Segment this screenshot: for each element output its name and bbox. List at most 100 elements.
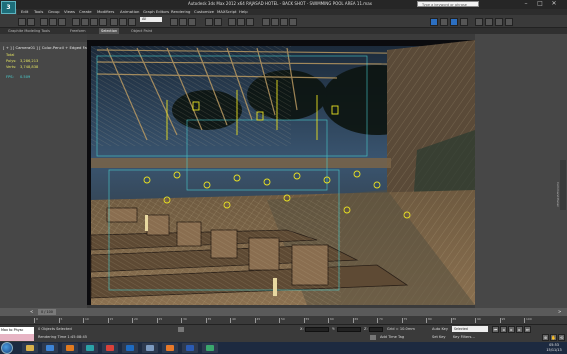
unlink-icon[interactable] bbox=[49, 18, 57, 26]
y-coordinate-field[interactable] bbox=[337, 327, 361, 332]
time-prev-button[interactable]: < bbox=[30, 309, 33, 314]
taskbar-explorer-app-icon[interactable] bbox=[142, 343, 158, 353]
trackbar-tick-label: 80 bbox=[428, 317, 432, 321]
start-button-icon[interactable] bbox=[1, 342, 13, 354]
taskbar-media-app-icon[interactable] bbox=[62, 343, 78, 353]
viewport-label[interactable]: [ + ] [ Camera01 ] [ Color-Pencil + Edge… bbox=[3, 45, 96, 50]
x-coordinate-field[interactable] bbox=[305, 327, 329, 332]
redo-icon[interactable] bbox=[27, 18, 35, 26]
trackbar-tick-label: 90 bbox=[477, 317, 481, 321]
trackbar-tick bbox=[230, 318, 231, 323]
goto-start-icon[interactable]: ⏮ bbox=[492, 326, 499, 333]
trackbar-tick-label: 100 bbox=[526, 317, 532, 321]
command-panel-tab[interactable]: Command Panel bbox=[556, 160, 566, 210]
next-frame-icon[interactable]: ▸ bbox=[516, 326, 523, 333]
tab-selection[interactable]: Selection bbox=[99, 28, 120, 34]
snap-icon[interactable] bbox=[170, 18, 178, 26]
maximize-button[interactable]: □ bbox=[534, 0, 546, 8]
select-by-name-icon[interactable] bbox=[81, 18, 89, 26]
trackbar-tick bbox=[205, 318, 207, 323]
material-editor-icon[interactable] bbox=[262, 18, 270, 26]
ribbon-subbar bbox=[0, 34, 87, 42]
link-icon[interactable] bbox=[40, 18, 48, 26]
selection-filter-dropdown[interactable]: All bbox=[140, 17, 162, 22]
app-logo-icon[interactable]: 3 bbox=[1, 1, 16, 14]
tab-object-paint[interactable]: Object Paint bbox=[131, 28, 152, 34]
time-tag-icon[interactable] bbox=[370, 335, 376, 340]
taskbar-word-app-icon[interactable] bbox=[182, 343, 198, 353]
select-icon[interactable] bbox=[72, 18, 80, 26]
fps-label: FPS: bbox=[6, 75, 14, 79]
region-icon[interactable] bbox=[90, 18, 98, 26]
viewport-tool-icon[interactable] bbox=[475, 18, 483, 26]
taskbar-firefox-app-icon[interactable] bbox=[162, 343, 178, 353]
taskbar-chrome-app-icon[interactable] bbox=[102, 343, 118, 353]
time-next-button[interactable]: > bbox=[558, 309, 561, 314]
time-slider-thumb[interactable]: 0 / 100 bbox=[38, 309, 56, 315]
trackbar-tick bbox=[401, 318, 403, 323]
axis-x-icon[interactable] bbox=[440, 18, 448, 26]
orbit-icon[interactable]: ⟲ bbox=[558, 334, 565, 341]
align-icon[interactable] bbox=[214, 18, 222, 26]
prev-frame-icon[interactable]: ◂ bbox=[500, 326, 507, 333]
add-time-tag[interactable]: Add Time Tag bbox=[380, 335, 404, 339]
zoom-icon[interactable]: ⊕ bbox=[542, 334, 549, 341]
taskbar-photoshop-app-icon[interactable] bbox=[122, 343, 138, 353]
maxscript-listener-input[interactable]: Max to Physc bbox=[0, 327, 34, 334]
time-slider[interactable]: < 0 / 100 > bbox=[0, 308, 567, 316]
set-key-button[interactable]: Set Key bbox=[432, 335, 446, 339]
trackbar-tick bbox=[328, 318, 329, 323]
taskbar-vray-app-icon[interactable] bbox=[202, 343, 218, 353]
scale-icon[interactable] bbox=[128, 18, 136, 26]
angle-snap-icon[interactable] bbox=[179, 18, 187, 26]
minimize-button[interactable]: – bbox=[520, 0, 532, 8]
key-mode-dropdown[interactable]: Selected bbox=[452, 326, 488, 332]
trackbar-tick bbox=[499, 318, 501, 323]
layer-icon[interactable] bbox=[228, 18, 236, 26]
trackbar-tick-label: 25 bbox=[158, 317, 163, 321]
goto-end-icon[interactable]: ⏭ bbox=[524, 326, 531, 333]
taskbar-3dsmax-app-icon[interactable] bbox=[82, 343, 98, 353]
polys-value: 3,286,213 bbox=[20, 59, 39, 63]
select-mode-icon[interactable] bbox=[430, 18, 438, 26]
percent-snap-icon[interactable] bbox=[188, 18, 196, 26]
rotate-icon[interactable] bbox=[119, 18, 127, 26]
command-panel-label: Command Panel bbox=[556, 182, 560, 207]
trackbar[interactable]: 0 5 10 15 20 25 30 35 40 45 50 55 60 65 70 75 80 85 90 95 10… bbox=[0, 316, 567, 325]
mirror-icon[interactable] bbox=[205, 18, 213, 26]
play-icon[interactable]: ▸ bbox=[508, 326, 515, 333]
bind-icon[interactable] bbox=[58, 18, 66, 26]
trackbar-tick-label: 65 bbox=[354, 317, 359, 321]
verts-value: 3,748,838 bbox=[20, 65, 39, 69]
taskbar-ie-app-icon[interactable] bbox=[42, 343, 58, 353]
fps-value: 0.509 bbox=[20, 75, 31, 79]
render-icon[interactable] bbox=[289, 18, 297, 26]
move-icon[interactable] bbox=[110, 18, 118, 26]
curve-editor-icon[interactable] bbox=[237, 18, 245, 26]
lock-selection-icon[interactable] bbox=[178, 327, 184, 332]
viewport-camera01[interactable] bbox=[87, 40, 475, 305]
key-filters-button[interactable]: Key Filters... bbox=[453, 335, 475, 339]
render-setup-icon[interactable] bbox=[271, 18, 279, 26]
auto-key-button[interactable]: Auto Key bbox=[432, 327, 448, 331]
schematic-icon[interactable] bbox=[246, 18, 254, 26]
viewport-tool-3-icon[interactable] bbox=[495, 18, 503, 26]
taskbar-folder-app-icon[interactable] bbox=[22, 343, 38, 353]
z-label: Z: bbox=[364, 327, 368, 331]
trackbar-tick-label: 15 bbox=[109, 317, 114, 321]
trackbar-tick-label: 35 bbox=[207, 317, 212, 321]
window-crossing-icon[interactable] bbox=[99, 18, 107, 26]
search-input[interactable]: Type a keyword or phrase bbox=[417, 1, 479, 7]
undo-icon[interactable] bbox=[18, 18, 26, 26]
close-button[interactable]: ✕ bbox=[548, 0, 560, 8]
axis-z-icon[interactable] bbox=[460, 18, 468, 26]
z-coordinate-field[interactable] bbox=[369, 327, 383, 332]
render-frame-icon[interactable] bbox=[280, 18, 288, 26]
viewport-tool-2-icon[interactable] bbox=[485, 18, 493, 26]
viewport-tool-4-icon[interactable] bbox=[505, 18, 513, 26]
trackbar-tick bbox=[303, 318, 305, 323]
maxscript-output[interactable] bbox=[0, 334, 34, 341]
pan-icon[interactable]: ✋ bbox=[550, 334, 557, 341]
axis-y-icon[interactable] bbox=[450, 18, 458, 26]
system-clock[interactable]: 05:53 15/11/13 bbox=[542, 343, 566, 353]
